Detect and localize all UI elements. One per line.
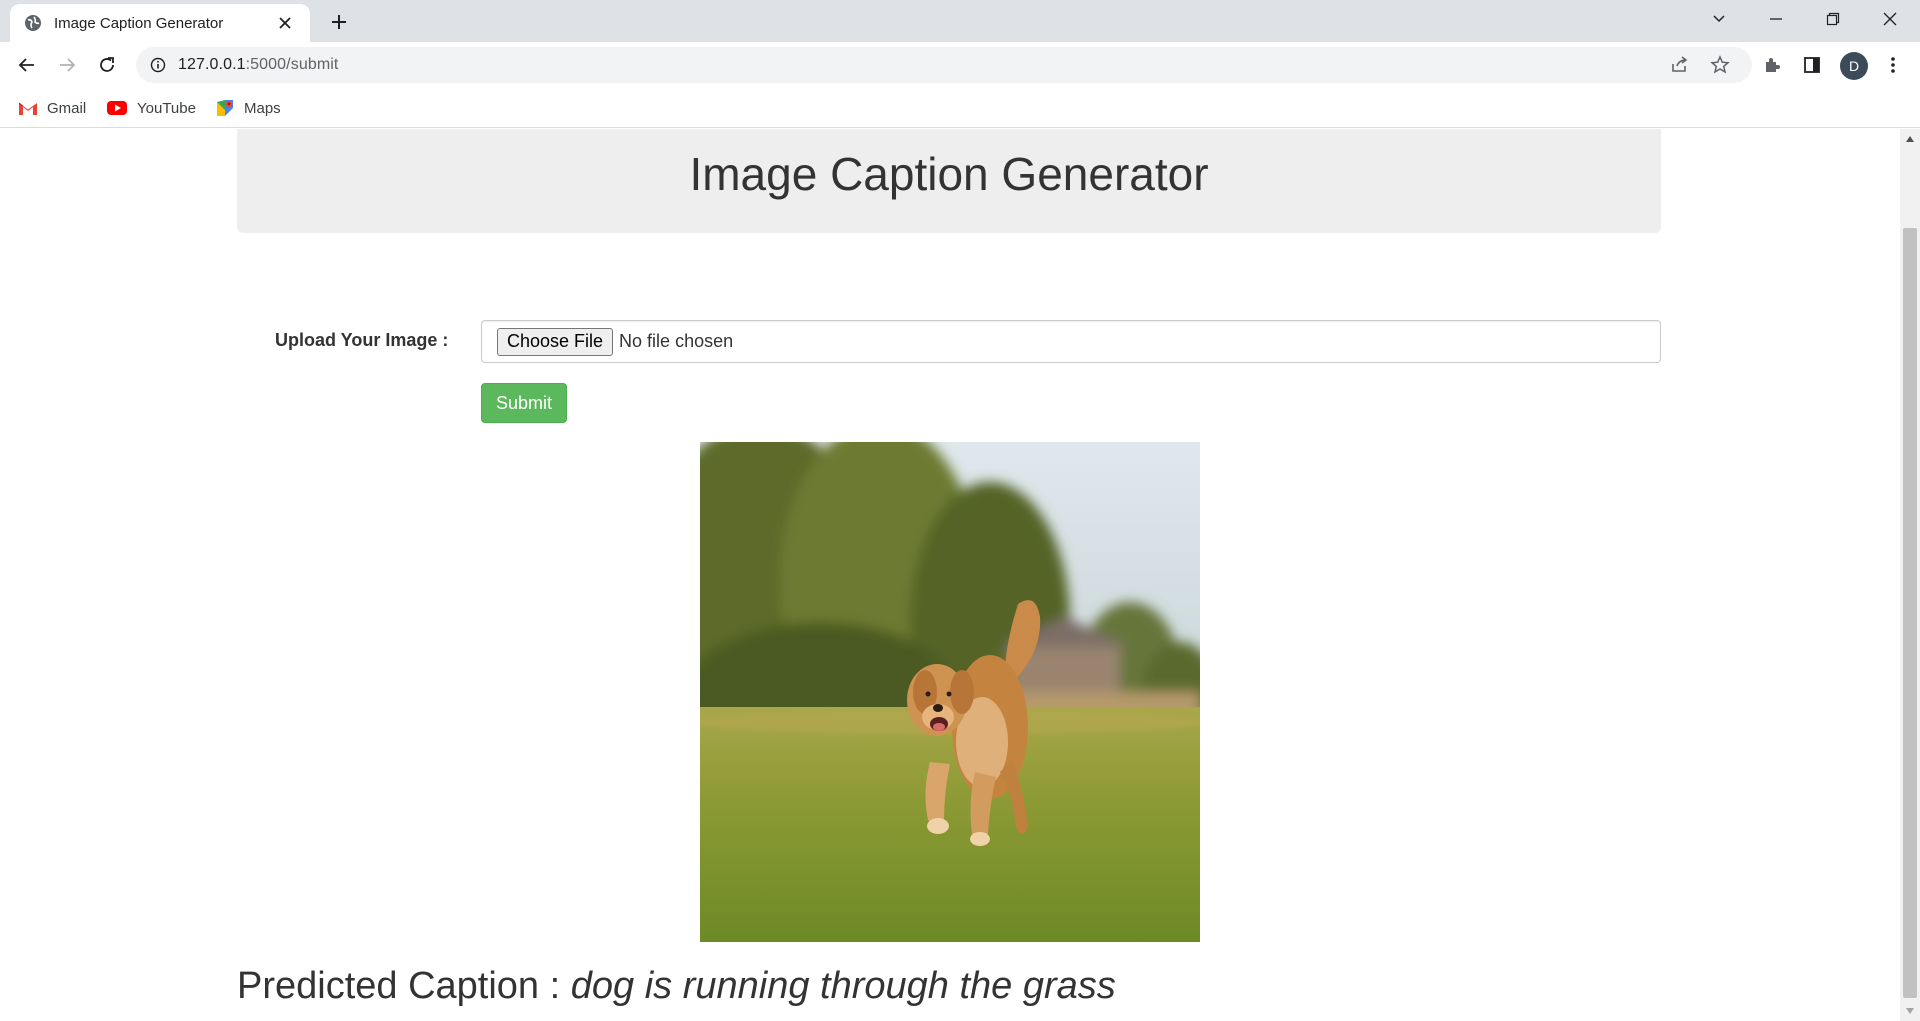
bookmark-label: Maps (244, 99, 281, 117)
bookmark-label: Gmail (47, 99, 87, 117)
page-viewport: Image Caption Generator Upload Your Imag… (0, 129, 1900, 1021)
bookmark-gmail[interactable]: Gmail (18, 96, 86, 120)
new-tab-button[interactable] (326, 9, 352, 35)
tab-strip: Image Caption Generator (0, 0, 1920, 42)
restore-icon[interactable] (1813, 0, 1853, 38)
more-menu-icon[interactable] (1879, 51, 1907, 79)
upload-label: Upload Your Image : (275, 330, 449, 350)
submit-button[interactable]: Submit (481, 383, 567, 423)
browser-toolbar: 127.0.0.1:5000/submit D (0, 42, 1920, 88)
uploaded-image (700, 442, 1200, 942)
scroll-thumb[interactable] (1903, 228, 1917, 998)
minimize-icon[interactable] (1756, 0, 1796, 38)
extensions-icon[interactable] (1758, 51, 1786, 79)
predicted-caption: Predicted Caption : dog is running throu… (237, 965, 1116, 1008)
url-text[interactable]: 127.0.0.1:5000/submit (178, 56, 338, 74)
bookmark-youtube[interactable]: YouTube (106, 96, 196, 120)
choose-file-button[interactable]: Choose File (497, 327, 614, 356)
page-title: Image Caption Generator (689, 148, 1209, 200)
gmail-icon (18, 102, 37, 115)
profile-avatar[interactable]: D (1840, 52, 1868, 80)
youtube-icon (107, 101, 127, 115)
side-panel-icon[interactable] (1798, 51, 1826, 79)
bookmarks-bar: Gmail YouTube Maps (0, 88, 1920, 128)
scroll-down-arrow-icon[interactable] (1900, 1001, 1920, 1021)
close-window-icon[interactable] (1870, 0, 1910, 38)
forward-arrow-icon[interactable] (52, 50, 82, 80)
header-banner: Image Caption Generator (237, 129, 1661, 233)
bookmark-maps[interactable]: Maps (215, 96, 281, 120)
globe-icon (24, 14, 42, 32)
caption-prefix: Predicted Caption : (237, 965, 561, 1007)
scroll-up-arrow-icon[interactable] (1900, 129, 1920, 149)
page-scrollbar[interactable] (1900, 129, 1920, 1021)
address-bar[interactable]: 127.0.0.1:5000/submit (136, 47, 1752, 83)
bookmark-label: YouTube (137, 99, 196, 117)
browser-tab[interactable]: Image Caption Generator (10, 4, 310, 42)
file-status-text: No file chosen (619, 331, 734, 351)
caption-text: dog is running through the grass (570, 965, 1116, 1007)
file-input[interactable]: Choose File No file chosen (481, 320, 1661, 363)
tab-title: Image Caption Generator (54, 14, 224, 32)
reload-icon[interactable] (92, 50, 122, 80)
maps-icon (217, 100, 233, 116)
share-icon[interactable] (1668, 53, 1692, 77)
url-path: :5000/submit (245, 56, 339, 73)
url-host: 127.0.0.1 (178, 56, 246, 73)
star-icon[interactable] (1708, 53, 1732, 77)
back-arrow-icon[interactable] (12, 50, 42, 80)
info-icon[interactable] (148, 55, 168, 75)
chevron-down-icon[interactable] (1699, 0, 1739, 38)
close-icon[interactable] (274, 12, 296, 34)
